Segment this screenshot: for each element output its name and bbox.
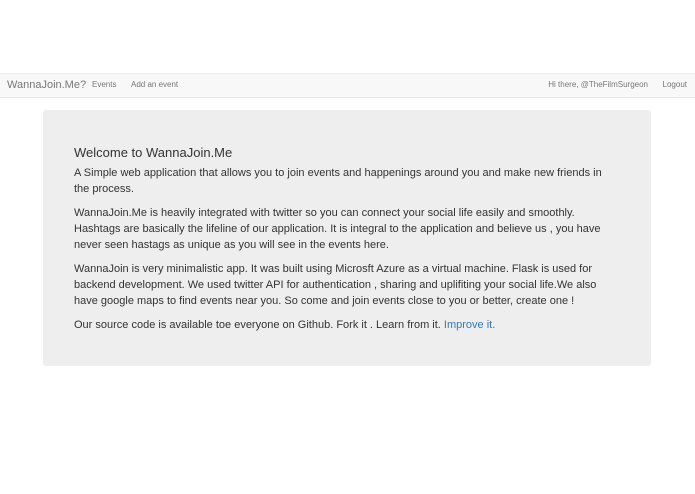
brand-link[interactable]: WannaJoin.Me? bbox=[7, 79, 86, 91]
page: WannaJoin.Me? Events Add an event Hi the… bbox=[0, 0, 695, 494]
improve-it-link[interactable]: Improve it. bbox=[444, 319, 495, 331]
intro-paragraph: A Simple web application that allows you… bbox=[74, 167, 602, 195]
welcome-title: Welcome to WannaJoin.Me bbox=[74, 145, 233, 160]
navbar: WannaJoin.Me? Events Add an event Hi the… bbox=[0, 73, 695, 98]
source-text: Our source code is available toe everyon… bbox=[74, 319, 441, 331]
tech-paragraph: WannaJoin is very minimalistic app. It w… bbox=[74, 263, 597, 307]
jumbotron: Welcome to WannaJoin.Me A Simple web app… bbox=[43, 110, 651, 366]
source-paragraph: Our source code is available toe everyon… bbox=[74, 317, 619, 333]
user-greeting-link[interactable]: Hi there, @TheFilmSurgeon bbox=[548, 80, 648, 89]
nav-add-event-link[interactable]: Add an event bbox=[131, 80, 178, 89]
twitter-paragraph: WannaJoin.Me is heavily integrated with … bbox=[74, 207, 601, 251]
nav-events-link[interactable]: Events bbox=[92, 80, 116, 89]
logout-link[interactable]: Logout bbox=[663, 80, 687, 89]
